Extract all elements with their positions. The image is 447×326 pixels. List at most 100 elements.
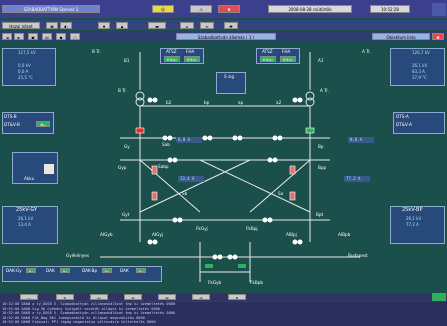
tr-left-i: 0,0 A [18,69,29,74]
atsz-left-heat-1[interactable]: fűtés [164,56,180,62]
tr-left-name: B Tr. [92,49,101,54]
toolbar-icon-8[interactable]: ✚ [224,22,238,29]
toolbar-icon-11[interactable]: ◆ [56,33,66,40]
bus-left-v2: 13,4 A [18,222,31,227]
node-aigyb: AIGyb [100,232,113,237]
status-3-value: 9s [102,268,112,273]
node-a2: a2 [276,100,282,105]
bottom-icon-7[interactable]: ⬆ [228,294,246,300]
toolbar-icon-10[interactable]: ▤ [42,33,52,40]
node-fkgyb: FkGyb [208,280,222,285]
bus-right-name: 25kV-BP [402,207,423,213]
warning-icon[interactable]: ⚠ [190,5,212,13]
dts-right-l1: DTS-A [396,114,409,119]
atsz-left-h2: FHA [186,49,195,54]
tr-right-u1: 126,7 kV [412,50,430,55]
back-arrow-icon[interactable]: ◄ [2,33,12,40]
status-3-label: DAK-Bp [82,268,98,273]
bottom-icon-4[interactable]: ✉ [124,294,142,300]
dts-left-tag[interactable]: Ny [36,121,50,127]
smiley-icon[interactable]: ☺ [152,5,174,13]
close-icon[interactable]: ✖ [432,33,444,40]
toolbar-icon-7[interactable]: ≡ [200,22,214,29]
atsz-right-heat-2[interactable]: fűtés [280,56,296,62]
node-b2: b2 [166,100,172,105]
node-fkbpj: FkBpj [246,226,258,231]
atsz-right-h2: FHA [282,49,291,54]
measure-3: 77,2 A [344,176,370,182]
atsz-right-heat-1[interactable]: fűtés [260,56,276,62]
node-ap: ap [238,100,244,105]
node-sabp: Sabp [158,164,169,169]
toolbar-icon-4[interactable]: ▲ [116,22,128,29]
green-indicator-icon [432,293,446,301]
toolbar-icon-9[interactable]: ▣ [28,33,38,40]
toolbar-icon-6[interactable]: ⌂ [180,22,194,29]
toolbar-icon-3[interactable]: ♦ [98,22,110,29]
node-bp2: Bp [318,144,324,149]
node-gyp: Gyp [118,165,127,170]
object-list-button[interactable]: Objektum lista [372,33,430,40]
status-2-label: DAK [46,268,55,273]
node-aibpj: AIBpj [286,232,297,237]
dts-left-l2: DT&V-B [4,122,20,127]
node-a1: A1 [318,58,324,63]
date-display: 2008-08-28 csütörtök [268,5,352,13]
node-atr: A Tr. [320,88,329,93]
stop-icon[interactable]: ✖ [218,5,240,13]
atsz-right-h1: ATSZ [262,49,273,54]
dts-right-l2: DT&V-A [396,122,412,127]
status-2-value: 9s [60,268,70,273]
tr-right-t: 37,9 °C [412,75,427,80]
dts-left-l1: DTS-B [4,114,17,119]
tr-right-i: 83,3 A [412,69,425,74]
atsz-left-heat-2[interactable]: fűtés [184,56,200,62]
toolbar-icon-5[interactable]: ▬ [148,22,166,29]
toolbar-icon-1[interactable]: ▦ [46,22,58,29]
akku-label: Akku [24,176,35,181]
status-4-label: DAK [120,268,129,273]
node-bp: bp [204,100,210,105]
toolbar-icon-12[interactable]: ○ [70,33,80,40]
sig-label: S sig [224,74,234,79]
home-view-button[interactable]: Hazai nézet [2,22,40,29]
tr-right-name: A Tr. [362,49,371,54]
measure-2: 13,4 A [178,176,204,182]
measure-4: 0,0 A [348,137,374,143]
log-line-5: 10:52:00 DAKB Fokozat: PP1 tápág megmuta… [2,320,156,325]
node-gyt: Gyt [122,212,130,217]
measure-1: 0,0 A [176,137,202,143]
node-fkbpb: FkBpb [250,280,264,285]
app-title: SZABADBATTYÁN Szerver 1 [2,5,100,13]
station-title: Szabadbattyán állomás ( 1 ) [176,33,276,40]
node-b1: B1 [124,58,130,63]
node-sab: Sab [162,142,170,147]
bottom-icon-6[interactable]: ⊞ [192,294,210,300]
bottom-icon-1[interactable]: ▭ [20,294,38,300]
node-gy: Gy [124,144,130,149]
tr-left-t: 25,5 °C [18,75,33,80]
bus-left-v1: 26,1 kV [18,216,34,221]
atsz-left-h1: ATSZ [166,49,177,54]
bus-right-v2: 77,2 A [406,222,419,227]
tr-left-u2: 0,0 kV [18,63,31,68]
line-end-left: Gyékényes [66,253,90,258]
bus-left-name: 25kV-GY [16,207,38,213]
toolbar-icon-2[interactable]: ◐ [60,22,72,29]
node-aigyj: AIGyj [152,232,163,237]
status-4-value: 9s [136,268,146,273]
bottom-icon-2[interactable]: ✎ [56,294,74,300]
bottom-icon-3[interactable]: ▤ [90,294,108,300]
bus-right-v1: 26,1 kV [406,216,422,221]
bottom-icon-5[interactable]: ▥ [158,294,176,300]
node-fkgyj: FkGyj [196,226,208,231]
corner-blue-icon [432,3,446,16]
battery-icon [44,164,54,174]
node-sb: Sb [182,191,188,196]
status-1-label: DAK-Gy [6,268,22,273]
forward-arrow-icon[interactable]: ► [14,33,24,40]
tr-right-u2: 26,1 kV [412,63,428,68]
line-end-right: Budapest [348,253,368,258]
status-1-value: 9s [26,268,36,273]
node-btr: B Tr. [118,88,127,93]
